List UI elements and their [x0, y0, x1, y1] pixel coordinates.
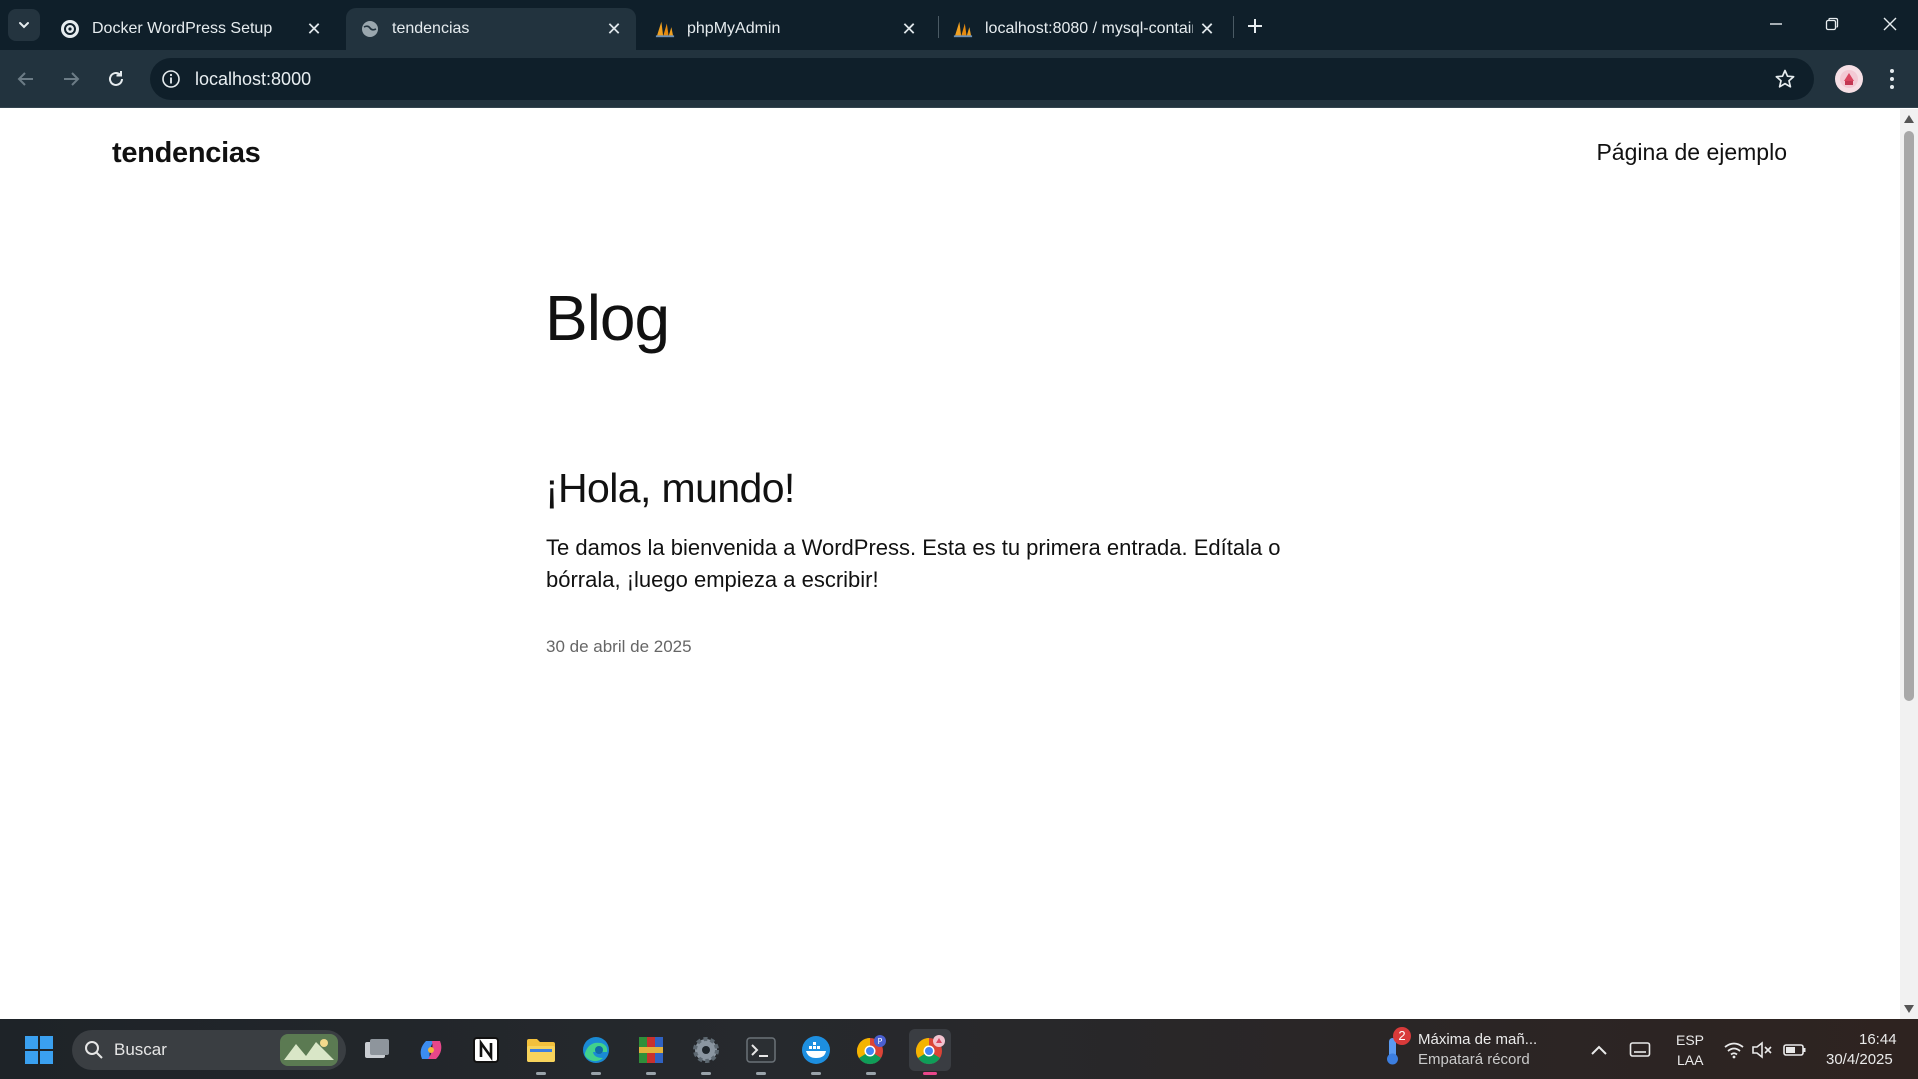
- windows-taskbar: Buscar P 2 Máxima de mañ... Empatará réc…: [0, 1019, 1918, 1079]
- more-vertical-icon: [1890, 69, 1894, 89]
- tab-docker-wordpress-setup[interactable]: Docker WordPress Setup ✕: [46, 8, 336, 50]
- task-view-icon[interactable]: [360, 1033, 394, 1067]
- globe-icon: [360, 19, 380, 39]
- search-label: Buscar: [114, 1040, 167, 1059]
- weather-alert-badge: 2: [1393, 1027, 1411, 1045]
- running-indicator: [923, 1072, 937, 1075]
- keyboard-layout[interactable]: LAA: [1677, 1052, 1703, 1068]
- weather-title[interactable]: Máxima de mañ...: [1418, 1031, 1537, 1048]
- tab-title: phpMyAdmin: [687, 20, 781, 37]
- close-icon: [1883, 17, 1897, 31]
- input-language[interactable]: ESP: [1676, 1032, 1704, 1048]
- tab-title: Docker WordPress Setup: [92, 20, 273, 37]
- tab-title: localhost:8080 / mysql-container: [985, 20, 1193, 37]
- post-date[interactable]: 30 de abril de 2025: [546, 637, 692, 657]
- minimize-button[interactable]: [1748, 0, 1804, 48]
- page-content: tendencias Página de ejemplo Blog ¡Hola,…: [0, 109, 1900, 1019]
- bookmark-star-icon[interactable]: [1774, 68, 1796, 90]
- tab-separator: [1233, 16, 1234, 38]
- forward-button[interactable]: [55, 63, 87, 95]
- edge-icon[interactable]: [579, 1033, 613, 1075]
- restore-button[interactable]: [1804, 0, 1860, 48]
- running-indicator: [536, 1072, 546, 1075]
- address-text[interactable]: localhost:8000: [195, 69, 311, 90]
- restore-icon: [1825, 17, 1839, 31]
- copilot-icon[interactable]: [414, 1033, 448, 1067]
- running-indicator: [866, 1072, 876, 1075]
- terminal-icon[interactable]: [744, 1033, 778, 1075]
- scroll-down-arrow-icon[interactable]: [1904, 1005, 1914, 1013]
- phpmyadmin-sail-icon: [953, 19, 973, 39]
- site-title-link[interactable]: tendencias: [112, 137, 261, 170]
- weather-subtitle[interactable]: Empatará récord: [1418, 1051, 1530, 1068]
- tab-search-button[interactable]: [8, 9, 40, 41]
- openai-icon: [60, 19, 80, 39]
- post-excerpt: Te damos la bienvenida a WordPress. Esta…: [546, 535, 1281, 592]
- site-info-icon[interactable]: [160, 68, 182, 90]
- tray-chevron-up-icon[interactable]: [1582, 1033, 1616, 1067]
- scroll-thumb[interactable]: [1904, 131, 1914, 701]
- address-bar[interactable]: localhost:8000: [150, 58, 1814, 100]
- reload-button[interactable]: [100, 63, 132, 95]
- back-button[interactable]: [10, 63, 42, 95]
- tab-tendencias[interactable]: tendencias ✕: [346, 8, 636, 50]
- winrar-icon[interactable]: [634, 1033, 668, 1075]
- phpmyadmin-sail-icon: [655, 19, 675, 39]
- reload-icon: [109, 71, 123, 86]
- chrome-profile-p-icon[interactable]: P: [854, 1033, 888, 1075]
- taskbar-search[interactable]: Buscar: [72, 1030, 346, 1070]
- file-explorer-icon[interactable]: [524, 1033, 558, 1075]
- settings-gear-icon[interactable]: [689, 1033, 723, 1075]
- close-icon[interactable]: ✕: [1193, 15, 1221, 43]
- battery-icon[interactable]: [1778, 1033, 1812, 1067]
- avatar-icon: [1840, 70, 1858, 88]
- chrome-active-icon[interactable]: [909, 1029, 951, 1075]
- tab-strip: Docker WordPress Setup ✕ tendencias ✕ ph…: [0, 0, 1918, 50]
- plus-icon: [1248, 19, 1262, 33]
- running-indicator: [756, 1072, 766, 1075]
- running-indicator: [591, 1072, 601, 1075]
- page-title: Blog: [545, 282, 670, 354]
- search-icon: [85, 1041, 103, 1059]
- start-button[interactable]: [22, 1033, 56, 1067]
- windows-logo-icon: [25, 1036, 53, 1064]
- tray-display-icon[interactable]: [1623, 1033, 1657, 1067]
- profile-avatar[interactable]: [1835, 65, 1863, 93]
- minimize-icon: [1770, 23, 1782, 25]
- scroll-up-arrow-icon[interactable]: [1904, 115, 1914, 123]
- close-icon[interactable]: ✕: [600, 15, 628, 43]
- new-tab-button[interactable]: [1240, 11, 1270, 41]
- tab-phpmyadmin[interactable]: phpMyAdmin ✕: [641, 8, 931, 50]
- page-scrollbar[interactable]: [1900, 109, 1918, 1019]
- search-highlight-image-icon: [280, 1034, 338, 1066]
- clock-time[interactable]: 16:44: [1859, 1031, 1897, 1048]
- docker-icon[interactable]: [799, 1033, 833, 1075]
- browser-menu-button[interactable]: [1880, 65, 1904, 93]
- post-title-link[interactable]: ¡Hola, mundo!: [545, 465, 795, 512]
- running-indicator: [701, 1072, 711, 1075]
- browser-toolbar: localhost:8000: [0, 50, 1918, 108]
- chevron-down-icon: [19, 22, 29, 29]
- close-icon[interactable]: ✕: [300, 15, 328, 43]
- notion-icon[interactable]: [469, 1033, 503, 1067]
- tab-title: tendencias: [392, 20, 470, 37]
- arrow-right-icon: [64, 72, 80, 86]
- clock-date[interactable]: 30/4/2025: [1826, 1051, 1893, 1068]
- svg-text:P: P: [878, 1037, 883, 1046]
- close-window-button[interactable]: [1862, 0, 1918, 48]
- running-indicator: [811, 1072, 821, 1075]
- nav-link-example-page[interactable]: Página de ejemplo: [1596, 139, 1787, 166]
- volume-muted-icon[interactable]: [1745, 1033, 1779, 1067]
- arrow-left-icon: [17, 72, 33, 86]
- running-indicator: [646, 1072, 656, 1075]
- close-icon[interactable]: ✕: [895, 15, 923, 43]
- tab-localhost-8080[interactable]: localhost:8080 / mysql-container ✕: [939, 8, 1229, 50]
